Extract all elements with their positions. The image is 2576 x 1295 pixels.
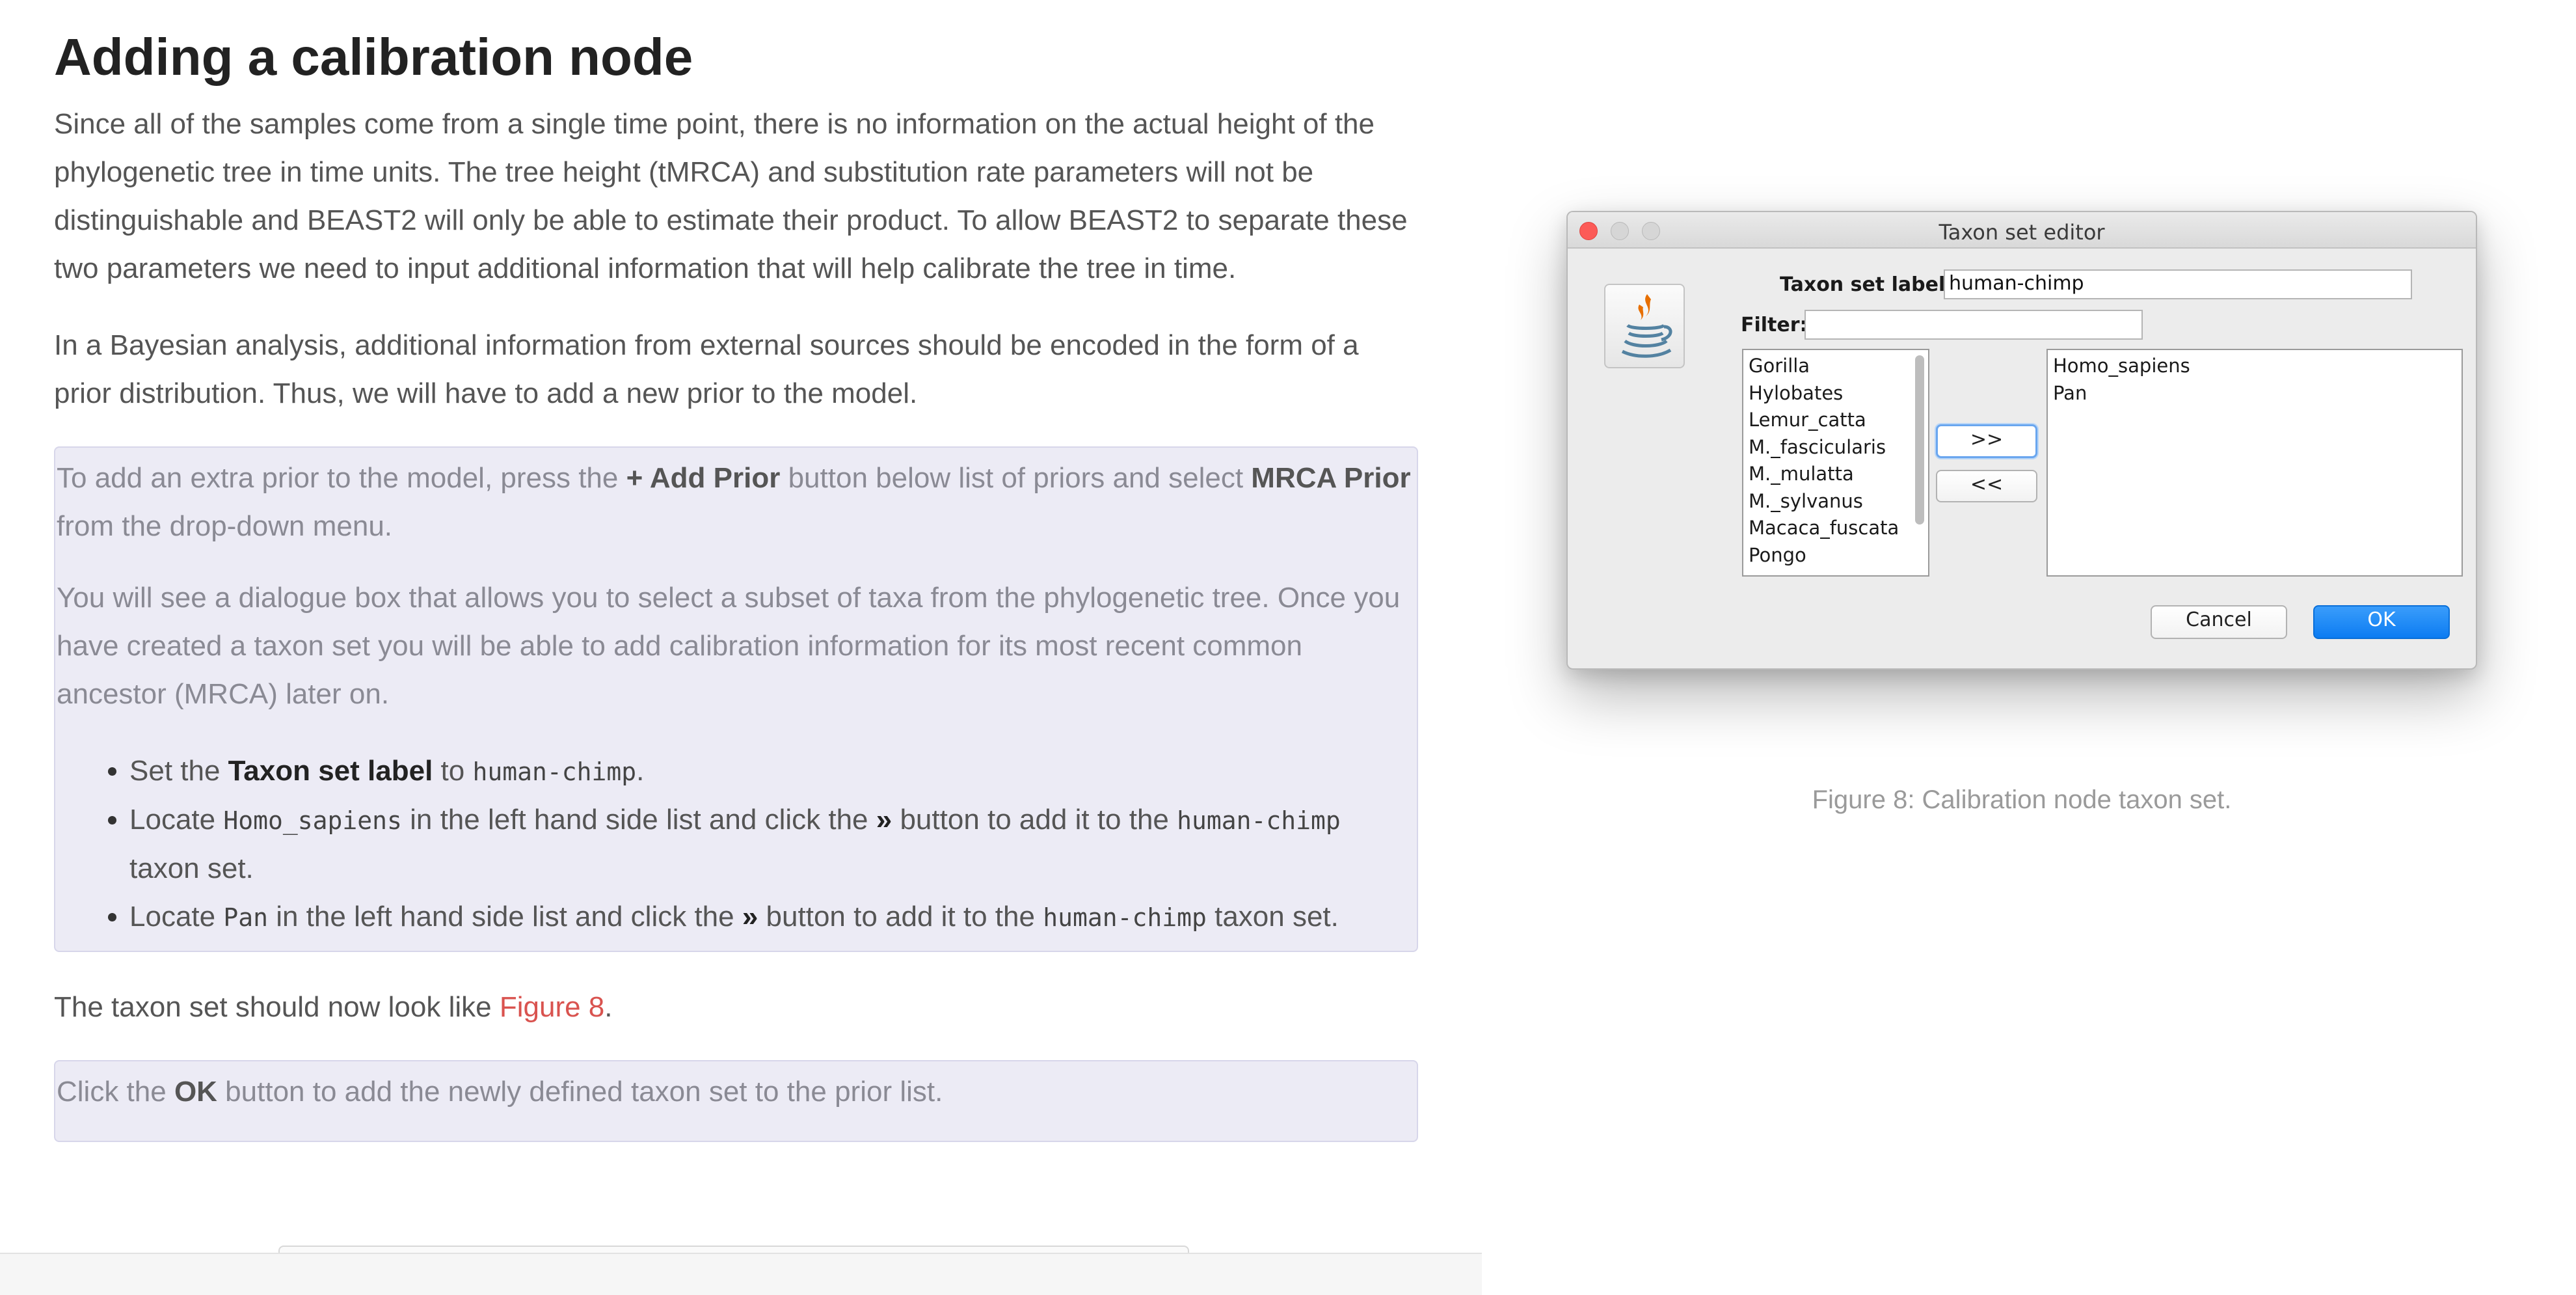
list-item: Set the Taxon set label to human-chimp.	[129, 747, 1417, 796]
taxon-set-label-caption: Taxon set label:	[1780, 273, 1953, 296]
add-arrow-term: »	[876, 804, 892, 836]
intro-paragraph-2: In a Bayesian analysis, additional infor…	[54, 329, 1359, 409]
list-item[interactable]: Macaca_fuscata	[1749, 515, 1923, 542]
callout-paragraph: Click the OK button to add the newly def…	[57, 1068, 1417, 1116]
selected-taxa-list[interactable]: Homo_sapiens Pan	[2046, 349, 2463, 577]
remove-taxa-button[interactable]: <<	[1936, 470, 2037, 502]
cancel-button[interactable]: Cancel	[2151, 605, 2287, 639]
list-item: Locate Pan in the left hand side list an…	[129, 893, 1417, 942]
paragraph-text: .	[604, 991, 613, 1023]
callout-text: Click the	[57, 1076, 174, 1108]
code-pan: Pan	[223, 903, 268, 932]
add-arrow-term: »	[742, 901, 758, 933]
ok-instruction-callout: Click the OK button to add the newly def…	[54, 1060, 1418, 1142]
list-text: in the left hand side list and click the	[401, 804, 876, 836]
list-text: .	[636, 755, 645, 787]
ok-term: OK	[174, 1076, 217, 1108]
instruction-callout: To add an extra prior to the model, pres…	[54, 446, 1418, 952]
code-homo-sapiens: Homo_sapiens	[223, 806, 402, 835]
list-item[interactable]: M._mulatta	[1749, 461, 1923, 488]
java-icon	[1604, 284, 1685, 368]
callout-text: from the drop-down menu.	[57, 510, 393, 542]
code-human-chimp: human-chimp	[472, 757, 637, 786]
list-text: Locate	[129, 804, 224, 836]
callout-text: button to add the newly defined taxon se…	[217, 1076, 943, 1108]
list-item[interactable]: M._sylvanus	[1749, 488, 1923, 515]
list-item[interactable]: Pongo	[1749, 542, 1923, 569]
list-text: Set the	[129, 755, 228, 787]
figure-reference-paragraph: The taxon set should now look like Figur…	[54, 983, 1418, 1031]
list-item[interactable]: Gorilla	[1749, 353, 1923, 380]
list-scrollbar[interactable]	[1915, 355, 1924, 525]
paragraph-text: The taxon set should now look like	[54, 991, 500, 1023]
ok-button[interactable]: OK	[2313, 605, 2450, 639]
callout-text: To add an extra prior to the model, pres…	[57, 462, 626, 494]
article: Adding a calibration node Since all of t…	[54, 26, 1418, 1173]
intro-paragraph-1: Since all of the samples come from a sin…	[54, 108, 1408, 284]
callout-paragraph-1: To add an extra prior to the model, pres…	[57, 454, 1417, 551]
figure-8: Taxon set editor Taxon set label: human-…	[1566, 211, 2477, 815]
taxon-set-editor-dialog: Taxon set editor Taxon set label: human-…	[1566, 211, 2477, 670]
taxon-set-label-term: Taxon set label	[228, 755, 433, 787]
figure-8-link[interactable]: Figure 8	[500, 991, 604, 1023]
mrca-prior-label: MRCA Prior	[1251, 462, 1411, 494]
callout-paragraph-2: You will see a dialogue box that allows …	[57, 582, 1401, 710]
list-text: button to add it to the	[892, 804, 1177, 836]
list-item[interactable]: Hylobates	[1749, 380, 1923, 407]
list-item[interactable]: Pan	[2053, 380, 2456, 407]
list-item: Locate Homo_sapiens in the left hand sid…	[129, 796, 1417, 893]
list-text: taxon set.	[129, 852, 254, 884]
dialog-titlebar[interactable]: Taxon set editor	[1568, 212, 2476, 249]
filter-input[interactable]	[1805, 310, 2143, 340]
add-taxa-button[interactable]: >>	[1936, 424, 2037, 458]
page: Adding a calibration node Since all of t…	[0, 0, 2576, 1295]
available-taxa-list[interactable]: Gorilla Hylobates Lemur_catta M._fascicu…	[1742, 349, 1929, 577]
instruction-list: Set the Taxon set label to human-chimp. …	[57, 747, 1417, 942]
callout-text: button below list of priors and select	[780, 462, 1252, 494]
code-human-chimp: human-chimp	[1177, 806, 1341, 835]
list-text: in the left hand side list and click the	[267, 901, 742, 933]
code-human-chimp: human-chimp	[1043, 903, 1207, 932]
list-text: Locate	[129, 901, 224, 933]
list-item[interactable]: Lemur_catta	[1749, 407, 1923, 434]
list-text: button to add it to the	[758, 901, 1043, 933]
list-text: taxon set.	[1206, 901, 1339, 933]
list-text: to	[433, 755, 473, 787]
taxon-set-label-input[interactable]: human-chimp	[1944, 269, 2412, 299]
bottom-bar	[0, 1253, 1482, 1295]
figure-caption: Figure 8: Calibration node taxon set.	[1812, 785, 2232, 814]
filter-caption: Filter:	[1741, 314, 1808, 336]
page-title: Adding a calibration node	[54, 28, 693, 86]
dialog-title: Taxon set editor	[1939, 220, 2105, 245]
add-prior-label: + Add Prior	[626, 462, 781, 494]
list-item[interactable]: Homo_sapiens	[2053, 353, 2456, 380]
list-item[interactable]: M._fascicularis	[1749, 434, 1923, 461]
